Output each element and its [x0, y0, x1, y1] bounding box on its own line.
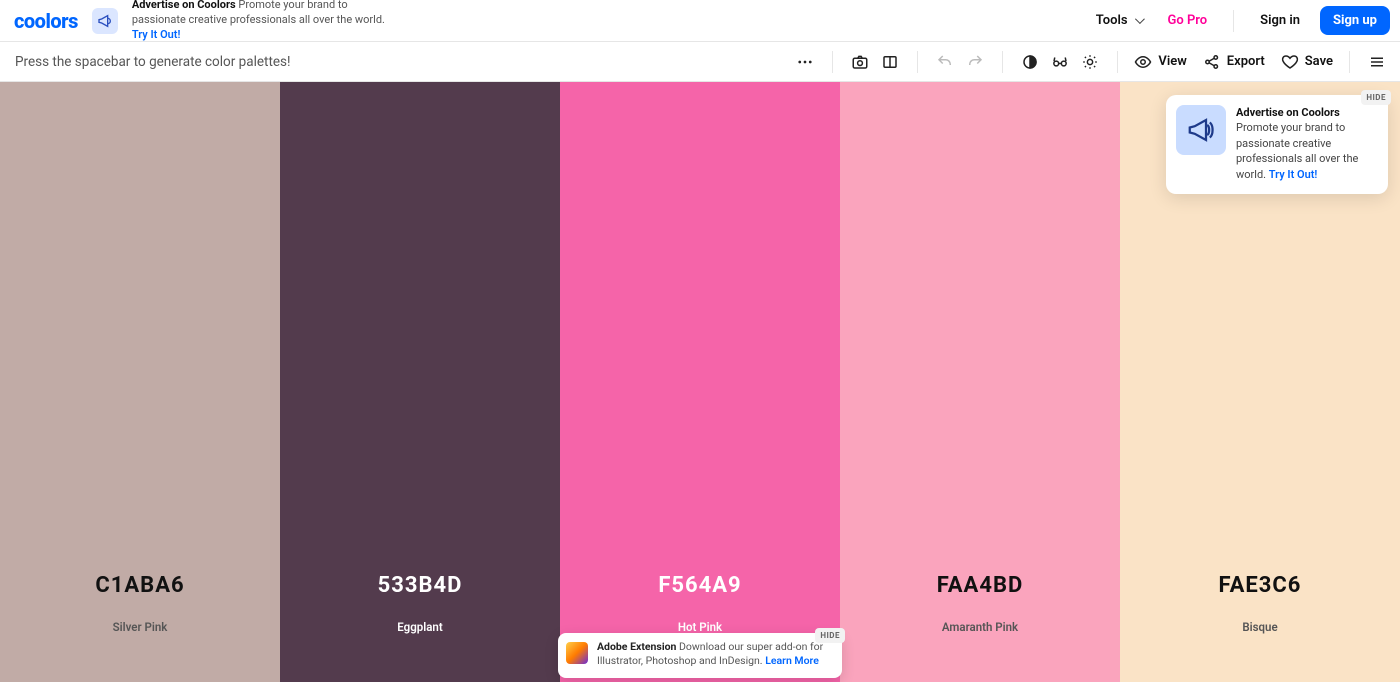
separator — [1349, 51, 1350, 73]
logo[interactable]: coolors — [14, 9, 78, 33]
sign-in-link[interactable]: Sign in — [1254, 13, 1306, 28]
color-swatch[interactable]: 533B4D Eggplant — [280, 82, 560, 682]
color-name: Eggplant — [397, 620, 442, 634]
collage-icon[interactable] — [879, 51, 901, 73]
redo-icon[interactable] — [964, 51, 986, 73]
color-name: Silver Pink — [113, 620, 168, 634]
hide-promo-button[interactable]: HIDE — [1361, 90, 1391, 105]
export-label: Export — [1227, 54, 1265, 69]
more-icon[interactable] — [794, 51, 816, 73]
color-swatch[interactable]: FAA4BD Amaranth Pink — [840, 82, 1120, 682]
color-name: Bisque — [1242, 620, 1277, 634]
color-name: Amaranth Pink — [942, 620, 1018, 634]
glasses-icon[interactable] — [1049, 51, 1071, 73]
separator — [917, 51, 918, 73]
color-hex[interactable]: 533B4D — [378, 573, 463, 598]
brightness-icon[interactable] — [1079, 51, 1101, 73]
share-icon — [1203, 53, 1221, 71]
color-hex[interactable]: FAE3C6 — [1219, 573, 1302, 598]
menu-icon[interactable] — [1366, 51, 1388, 73]
separator — [832, 51, 833, 73]
adobe-card-link[interactable]: Learn More — [765, 654, 819, 667]
contrast-icon[interactable] — [1019, 51, 1041, 73]
separator — [1117, 51, 1118, 73]
view-label: View — [1158, 54, 1186, 69]
site-header: coolors Advertise on Coolors Promote you… — [0, 0, 1400, 42]
heart-icon — [1281, 53, 1299, 71]
color-swatch[interactable]: F564A9Hot Pink — [560, 82, 840, 682]
color-hex[interactable]: C1ABA6 — [95, 573, 184, 598]
adobe-card-title: Adobe Extension — [597, 640, 676, 653]
generator-toolbar: Press the spacebar to generate color pal… — [0, 42, 1400, 82]
sign-up-button[interactable]: Sign up — [1320, 6, 1390, 35]
separator — [1233, 10, 1234, 32]
view-button[interactable]: View — [1134, 53, 1186, 71]
color-hex[interactable]: FAA4BD — [937, 573, 1024, 598]
megaphone-icon — [1176, 105, 1226, 155]
adobe-promo-card: HIDE Adobe Extension Download our super … — [558, 633, 842, 678]
camera-icon[interactable] — [849, 51, 871, 73]
generator-hint: Press the spacebar to generate color pal… — [15, 54, 290, 70]
export-button[interactable]: Export — [1203, 53, 1265, 71]
promo-card: HIDE Advertise on Coolors Promote your b… — [1166, 95, 1388, 194]
adobe-thumbnail-icon — [566, 642, 588, 664]
header-promo-link[interactable]: Try It Out! — [132, 28, 181, 41]
eye-icon — [1134, 53, 1152, 71]
color-swatch[interactable]: C1ABA6 Silver Pink — [0, 82, 280, 682]
promo-card-link[interactable]: Try It Out! — [1269, 168, 1318, 181]
go-pro-link[interactable]: Go Pro — [1162, 13, 1214, 28]
undo-icon[interactable] — [934, 51, 956, 73]
save-label: Save — [1305, 54, 1333, 69]
header-promo-title: Advertise on Coolors — [132, 0, 236, 11]
megaphone-icon — [92, 8, 118, 34]
tools-menu[interactable]: Tools — [1090, 13, 1148, 28]
separator — [1002, 51, 1003, 73]
save-button[interactable]: Save — [1281, 53, 1333, 71]
header-promo: Advertise on Coolors Promote your brand … — [132, 0, 402, 43]
color-hex[interactable]: F564A9 — [658, 573, 741, 598]
hide-adobe-button[interactable]: HIDE — [815, 628, 845, 643]
promo-card-title: Advertise on Coolors — [1236, 105, 1376, 120]
